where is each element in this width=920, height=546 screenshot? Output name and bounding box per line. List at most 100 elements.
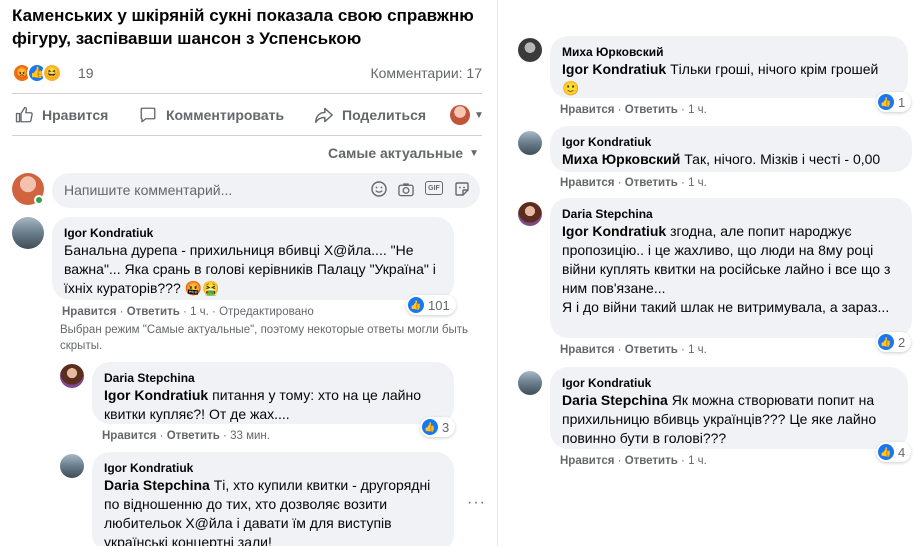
- post-title[interactable]: Каменських у шкіряній сукні показала сво…: [12, 4, 482, 50]
- reply-mention[interactable]: Igor Kondratiuk: [562, 61, 666, 77]
- thumbs-up-icon: 👍: [878, 444, 894, 460]
- reply-like-link[interactable]: Нравится: [560, 344, 614, 356]
- avatar[interactable]: [518, 38, 542, 62]
- reply-mention[interactable]: Daria Stepchina: [104, 477, 210, 493]
- edited-label: Отредактировано: [219, 306, 314, 318]
- comment-bubble: Igor Kondratiuk Банальна дурепа - прихил…: [52, 217, 454, 300]
- avatar[interactable]: [60, 364, 84, 388]
- sort-label: Самые актуальные: [327, 145, 464, 161]
- like-count: 3: [442, 419, 450, 435]
- reply-like-link[interactable]: Нравится: [560, 455, 614, 467]
- sort-caret-icon: ▼: [469, 147, 479, 159]
- more-dots-icon[interactable]: ···: [467, 494, 486, 512]
- like-button[interactable]: Нравится: [14, 98, 108, 132]
- reply-reply-link[interactable]: Ответить: [625, 344, 678, 356]
- avatar[interactable]: [12, 217, 44, 249]
- reply-bubble: Igor Kondratiuk Daria Stepchina Як можна…: [550, 367, 908, 449]
- react-as-selector[interactable]: ▼: [450, 98, 484, 132]
- reactions-count[interactable]: 19: [78, 65, 94, 81]
- reply-text: Daria Stepchina Як можна створювати попи…: [562, 391, 896, 448]
- post-actions: Нравится Комментировать Поделиться ▼: [0, 98, 497, 132]
- reply-author[interactable]: Igor Kondratiuk: [562, 134, 900, 150]
- reply-author[interactable]: Daria Stepchina: [104, 370, 442, 386]
- comment-like-link[interactable]: Нравится: [62, 306, 116, 318]
- reply-mention[interactable]: Igor Kondratiuk: [562, 223, 666, 239]
- reply-bubble: Миха Юрковский Igor Kondratiuk Тільки гр…: [550, 36, 908, 98]
- camera-icon[interactable]: [398, 181, 414, 197]
- comment-author[interactable]: Igor Kondratiuk: [64, 225, 442, 241]
- comment-reply-link[interactable]: Ответить: [127, 306, 180, 318]
- reply-author[interactable]: Igor Kondratiuk: [562, 375, 896, 391]
- reply-author[interactable]: Миха Юрковский: [562, 44, 896, 60]
- reply-meta: Нравится · Ответить · 1 ч.: [560, 344, 707, 356]
- thumbs-up-icon: 👍: [408, 297, 424, 313]
- share-label: Поделиться: [342, 107, 427, 123]
- reply-like-count[interactable]: 👍 1: [876, 92, 912, 112]
- comment-input-placeholder: Напишите комментарий...: [64, 182, 233, 198]
- comment-button[interactable]: Комментировать: [138, 98, 284, 132]
- reply-bubble: Daria Stepchina Igor Kondratiuk питання …: [92, 362, 454, 424]
- reply-time[interactable]: 1 ч.: [688, 455, 707, 467]
- like-count: 4: [898, 444, 906, 460]
- like-count: 101: [428, 297, 450, 313]
- reply-reply-link[interactable]: Ответить: [625, 104, 678, 116]
- emoji-icon[interactable]: [371, 181, 387, 197]
- divider: [12, 135, 482, 136]
- reply-like-count[interactable]: 👍 3: [420, 417, 456, 437]
- divider: [12, 93, 482, 94]
- reply-like-count[interactable]: 👍 4: [876, 442, 912, 462]
- avatar: [450, 105, 470, 125]
- chevron-down-icon: ▼: [474, 109, 484, 121]
- reply-time[interactable]: 1 ч.: [688, 104, 707, 116]
- reply-like-link[interactable]: Нравится: [560, 104, 614, 116]
- reply-meta: Нравится · Ответить · 1 ч.: [560, 104, 707, 116]
- reply-reply-link[interactable]: Ответить: [625, 177, 678, 189]
- gif-icon[interactable]: GIF: [425, 181, 443, 195]
- comment-sort-dropdown[interactable]: Самые актуальные ▼: [328, 145, 479, 161]
- comment-text: Банальна дурепа - прихильниця вбивці Х@й…: [64, 242, 436, 296]
- share-button[interactable]: Поделиться: [314, 98, 426, 132]
- avatar[interactable]: [60, 454, 84, 478]
- composer-tools: GIF: [371, 181, 470, 197]
- comment-input[interactable]: Напишите комментарий... GIF: [52, 173, 480, 208]
- reactions-row: 😡 👍 😆 19 Комментарии: 17: [12, 62, 482, 84]
- reply-reply-link[interactable]: Ответить: [167, 430, 220, 442]
- reply-time[interactable]: 1 ч.: [688, 344, 707, 356]
- thumbs-up-icon: 👍: [878, 334, 894, 350]
- reply-body: Так, нічого. Мізків і честі - 0,00: [684, 151, 881, 167]
- comment-time[interactable]: 1 ч.: [190, 306, 209, 318]
- avatar[interactable]: [518, 202, 542, 226]
- reply-time[interactable]: 1 ч.: [688, 177, 707, 189]
- reply-text: Igor Kondratiuk питання у тому: хто на ц…: [104, 386, 442, 424]
- thumbs-up-icon: 👍: [422, 419, 438, 435]
- comment-like-count[interactable]: 👍 101: [406, 295, 456, 315]
- thumbs-up-icon: 👍: [878, 94, 894, 110]
- avatar[interactable]: [518, 371, 542, 395]
- reply-meta: Нравится · Ответить · 1 ч.: [560, 455, 707, 467]
- reply-text: Igor Kondratiuk згодна, але попит народж…: [562, 222, 900, 298]
- reply-time[interactable]: 33 мин.: [230, 430, 270, 442]
- reply-like-link[interactable]: Нравится: [102, 430, 156, 442]
- haha-reaction-icon: 😆: [42, 63, 62, 83]
- filter-note: Выбран режим "Самые актуальные", поэтому…: [60, 324, 468, 352]
- reply-meta: Нравится · Ответить · 1 ч.: [560, 177, 707, 189]
- reply-bubble: Igor Kondratiuk Daria Stepchina Ті, хто …: [92, 452, 454, 546]
- reply-like-link[interactable]: Нравится: [560, 177, 614, 189]
- comment-icon: [138, 105, 158, 125]
- reply-reply-link[interactable]: Ответить: [625, 455, 678, 467]
- like-count: 2: [898, 334, 906, 350]
- reply-like-count[interactable]: 👍 2: [876, 332, 912, 352]
- thumbs-up-icon: [14, 105, 34, 125]
- reply-mention[interactable]: Миха Юрковский: [562, 151, 680, 167]
- reply-author[interactable]: Daria Stepchina: [562, 206, 900, 222]
- reply-text-paragraph-2: Я і до війни такий шлак не витримувала, …: [562, 299, 890, 315]
- reply-mention[interactable]: Igor Kondratiuk: [104, 387, 208, 403]
- reply-mention[interactable]: Daria Stepchina: [562, 392, 668, 408]
- avatar[interactable]: [518, 131, 542, 155]
- like-label: Нравится: [42, 107, 109, 123]
- reply-author[interactable]: Igor Kondratiuk: [104, 460, 442, 476]
- comment-label: Комментировать: [166, 107, 285, 123]
- comments-count[interactable]: Комментарии: 17: [370, 65, 482, 81]
- sticker-icon[interactable]: [454, 181, 470, 197]
- reply-text: Daria Stepchina Ті, хто купили квитки - …: [104, 476, 442, 546]
